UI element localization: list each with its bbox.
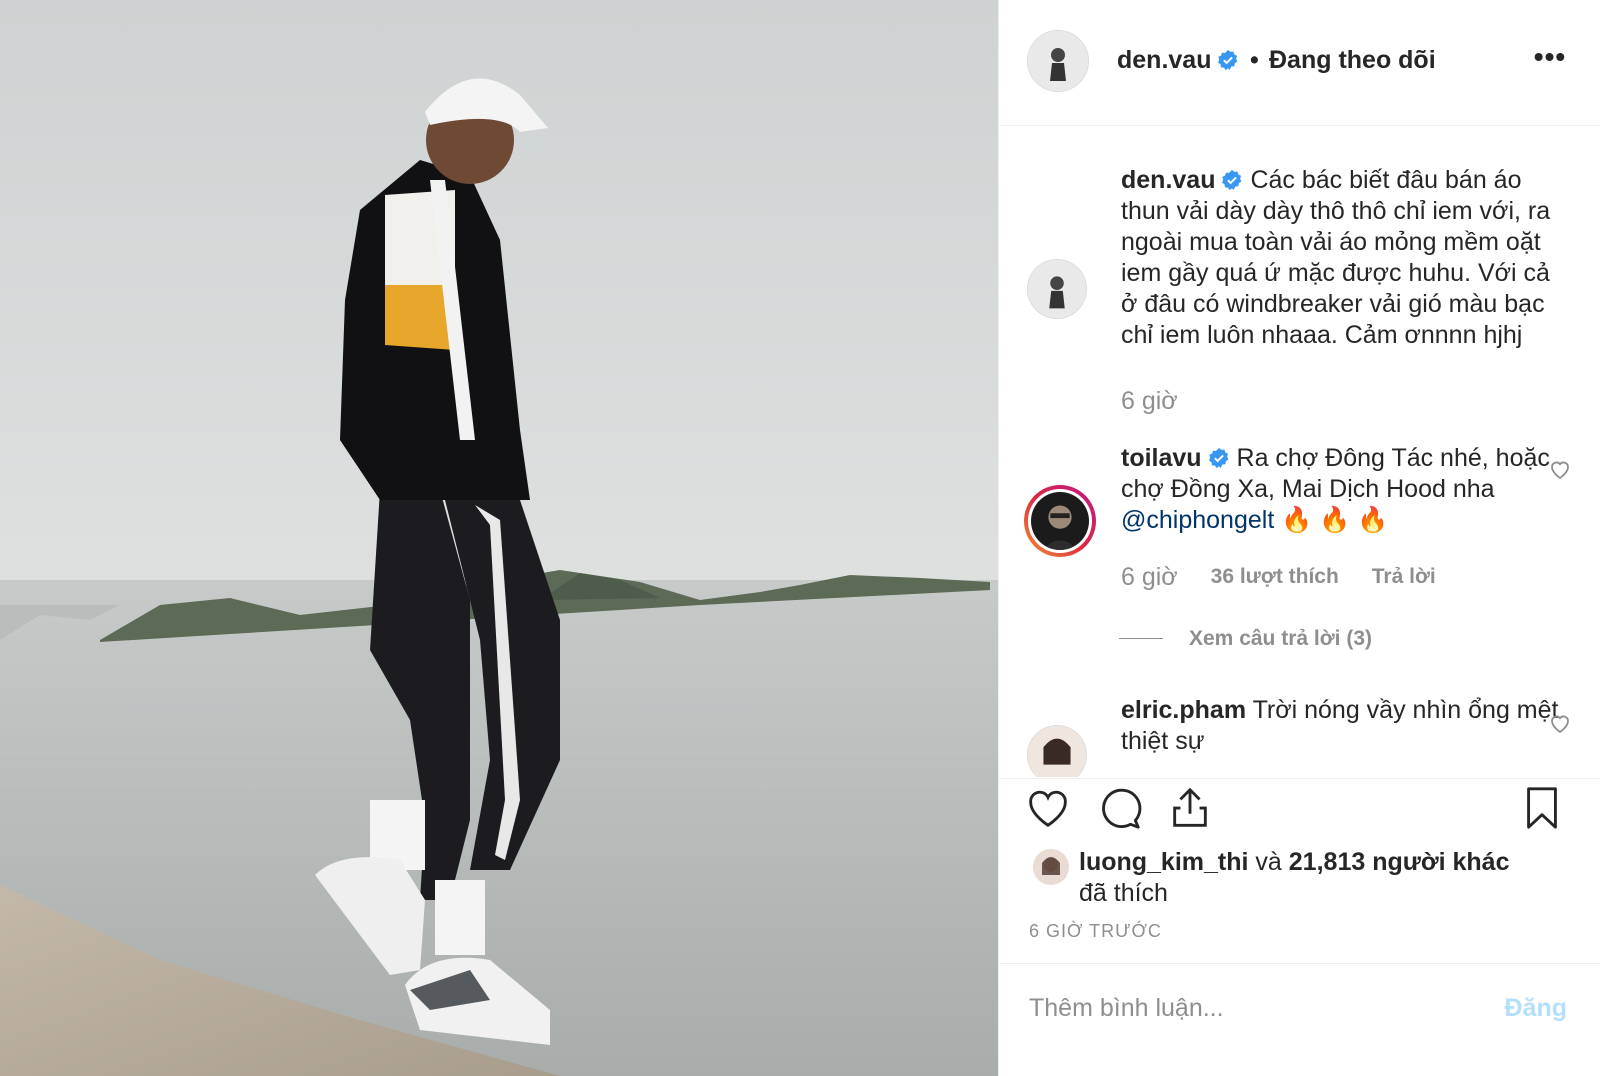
view-replies-label: Xem câu trả lời (3) [1189,627,1372,650]
post-photo[interactable] [0,0,998,1076]
verified-icon [1218,49,1238,71]
follow-status-button[interactable]: Đang theo dõi [1269,46,1436,75]
mention-link[interactable]: @chiphongelt [1121,506,1274,534]
likes-others[interactable]: 21,813 người khác [1289,848,1510,876]
commenter-avatar[interactable] [1027,725,1087,777]
comment-username[interactable]: elric.pham [1121,696,1246,724]
comment-username[interactable]: toilavu [1121,444,1202,472]
author-username[interactable]: den.vau [1117,46,1239,75]
comment-text-block: elric.pham Trời nóng vầy nhìn ổng mệt th… [1121,695,1561,757]
comment-time[interactable]: 6 giờ [1121,563,1178,591]
post-header: den.vau • Đang theo dõi ••• [999,0,1600,126]
caption: den.vau Các bác biết đâu bán áo thun vải… [999,161,1600,421]
post-comment-button[interactable]: Đăng [1505,994,1568,1023]
caption-time[interactable]: 6 giờ [1121,387,1178,415]
verified-icon [1208,447,1228,469]
comment-list[interactable]: den.vau Các bác biết đâu bán áo thun vải… [999,127,1600,777]
comment-input[interactable]: Thêm bình luận... [1029,994,1224,1023]
heart-icon[interactable] [1548,711,1572,735]
caption-text-block: den.vau Các bác biết đâu bán áo thun vải… [1121,165,1561,351]
replies-divider [1119,638,1163,639]
like-heart-icon[interactable] [1025,785,1071,831]
add-comment-bar: Thêm bình luận... Đăng [999,963,1600,1076]
photo-scene [0,0,998,1076]
comment-item: elric.pham Trời nóng vầy nhìn ổng mệt th… [999,693,1600,777]
likes-liked: đã thích [1079,879,1168,907]
comment-item: toilavu Ra chợ Đông Tác nhé, hoặc chợ Đồ… [999,441,1600,621]
likes-and: và [1255,848,1282,876]
view-replies-button[interactable]: Xem câu trả lời (3) [1119,627,1372,651]
author-avatar[interactable] [1027,30,1089,92]
post-actions: luong_kim_thi và 21,813 người khác đã th… [999,778,1600,962]
reply-button[interactable]: Trả lời [1372,565,1436,588]
share-icon[interactable] [1167,785,1213,831]
more-icon[interactable]: ••• [1533,43,1567,76]
caption-meta: 6 giờ [1121,387,1204,416]
likes-text: luong_kim_thi và 21,813 người khác đã th… [1079,847,1599,909]
comment-text-block: toilavu Ra chợ Đông Tác nhé, hoặc chợ Đồ… [1121,443,1561,536]
post-sidebar: den.vau • Đang theo dõi ••• den.vau Các … [998,0,1600,1076]
liker-username[interactable]: luong_kim_thi [1079,848,1248,876]
comment-emoji: 🔥 🔥 🔥 [1281,506,1389,534]
comment-likes[interactable]: 36 lượt thích [1211,565,1339,588]
caption-author-avatar[interactable] [1027,259,1087,319]
comment-meta: 6 giờ 36 lượt thích Trả lời [1121,563,1462,592]
verified-icon [1222,169,1242,191]
bookmark-icon[interactable] [1519,785,1565,831]
post-timestamp[interactable]: 6 GIỜ TRƯỚC [1029,921,1162,942]
liker-avatar[interactable] [1033,849,1069,885]
header-separator: • [1250,46,1259,74]
commenter-avatar[interactable] [1028,489,1092,553]
heart-icon[interactable] [1548,457,1572,481]
caption-username[interactable]: den.vau [1121,166,1215,194]
comment-icon[interactable] [1097,785,1143,831]
